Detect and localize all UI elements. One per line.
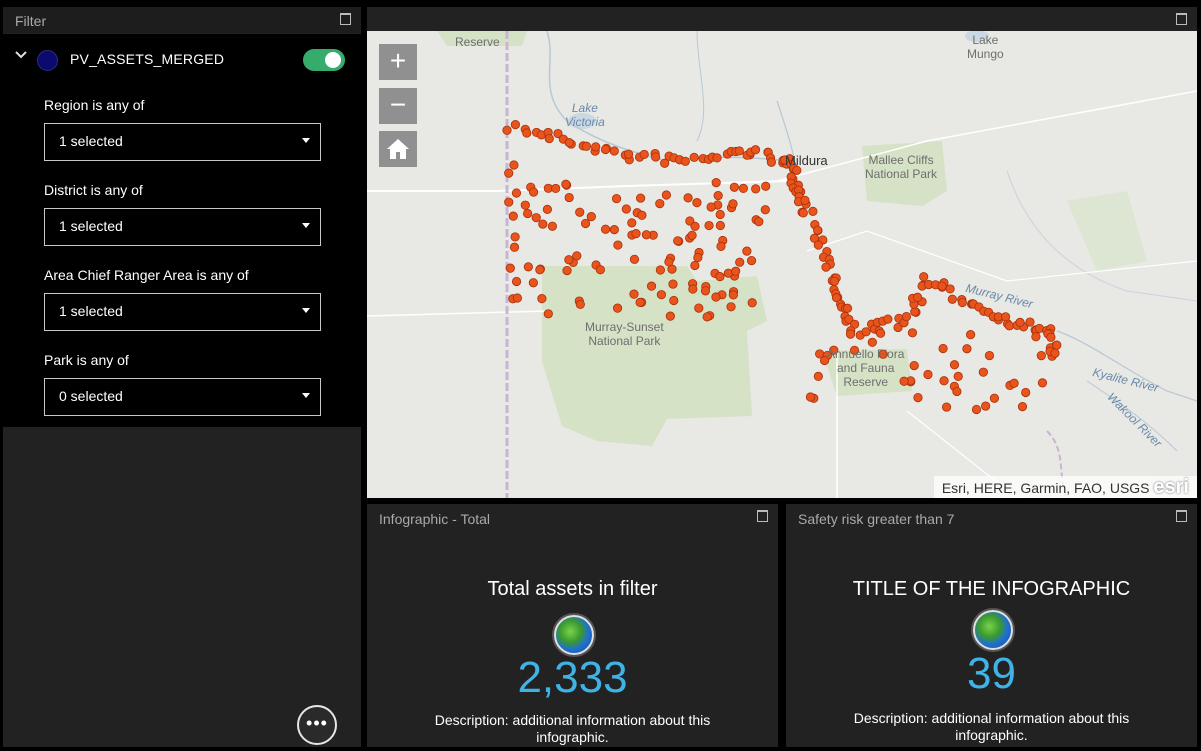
chevron-down-icon[interactable] — [15, 47, 27, 62]
park-label: Park is any of — [44, 352, 129, 368]
caret-down-icon — [302, 223, 310, 228]
map-label-lake-victoria: Lake Victoria — [565, 101, 605, 129]
infographic-title: Total assets in filter — [487, 578, 658, 600]
maximize-icon[interactable] — [340, 13, 351, 25]
map-label-reserve: Reserve — [455, 35, 500, 49]
infographic-description: Description: additional information abou… — [853, 710, 1130, 743]
infographic-title: TITLE OF THE INFOGRAPHIC — [852, 578, 1131, 600]
filter-panel: Filter PV_ASSETS_MERGED Region is any of… — [3, 7, 361, 747]
layer-symbol-icon — [37, 50, 58, 71]
filter-panel-header: Filter — [3, 7, 361, 33]
caret-down-icon — [302, 138, 310, 143]
map-label-wakool-river: Wakool River — [1104, 389, 1165, 451]
filter-panel-title: Filter — [15, 13, 47, 29]
caret-down-icon — [302, 393, 310, 398]
infographic-total-panel: Infographic - Total Total assets in filt… — [367, 504, 778, 747]
map-label-mildura: Mildura — [785, 153, 828, 168]
region-select-value: 1 selected — [59, 133, 123, 149]
map-panel: Reserve Lake Mungo Lake Victoria Mildura… — [367, 7, 1197, 498]
layer-name: PV_ASSETS_MERGED — [70, 51, 225, 67]
map-label-murray-sunset: Murray-Sunset National Park — [585, 320, 664, 348]
park-select-value: 0 selected — [59, 388, 123, 404]
ranger-area-label: Area Chief Ranger Area is any of — [44, 267, 249, 283]
toggle-knob — [325, 52, 341, 68]
attribution-text: Esri, HERE, Garmin, FAO, USGS — [941, 480, 1150, 496]
more-options-button[interactable]: ••• — [297, 705, 337, 745]
panel-title: Safety risk greater than 7 — [798, 511, 955, 527]
district-label: District is any of — [44, 182, 143, 198]
park-select[interactable]: 0 selected — [44, 378, 321, 416]
ranger-area-select-value: 1 selected — [59, 303, 123, 319]
infographic-safety-panel: Safety risk greater than 7 TITLE OF THE … — [786, 504, 1197, 747]
globe-icon — [554, 615, 594, 655]
filter-body: PV_ASSETS_MERGED Region is any of 1 sele… — [3, 34, 361, 427]
maximize-icon[interactable] — [1176, 13, 1187, 25]
esri-logo: esri — [1153, 476, 1189, 498]
home-button[interactable] — [379, 131, 417, 167]
district-select[interactable]: 1 selected — [44, 208, 321, 246]
map-label-lake-mungo: Lake Mungo — [967, 33, 1004, 61]
maximize-icon[interactable] — [1176, 510, 1187, 522]
caret-down-icon — [302, 308, 310, 313]
zoom-in-button[interactable]: + — [379, 44, 417, 80]
layer-toggle[interactable] — [303, 49, 345, 71]
maximize-icon[interactable] — [757, 510, 768, 522]
district-select-value: 1 selected — [59, 218, 123, 234]
ranger-area-select[interactable]: 1 selected — [44, 293, 321, 331]
infographic-description: Description: additional information abou… — [434, 712, 711, 745]
map-view[interactable]: Reserve Lake Mungo Lake Victoria Mildura… — [367, 31, 1197, 498]
region-select[interactable]: 1 selected — [44, 123, 321, 161]
globe-icon — [973, 610, 1013, 650]
infographic-value: 39 — [967, 649, 1016, 698]
map-attribution: Esri, HERE, Garmin, FAO, USGS esri — [933, 476, 1197, 498]
zoom-out-button[interactable]: − — [379, 88, 417, 124]
map-label-mallee-cliffs: Mallee Cliffs National Park — [865, 153, 938, 181]
region-label: Region is any of — [44, 97, 145, 113]
map-label-kyalite-river: Kyalite River — [1091, 365, 1161, 395]
infographic-value: 2,333 — [517, 653, 628, 702]
map-label-annuello: Annuello Flora and Fauna Reserve — [827, 347, 905, 389]
home-icon — [387, 139, 409, 159]
map-label-murray-river: Murray River — [964, 280, 1035, 312]
panel-title: Infographic - Total — [379, 511, 491, 527]
